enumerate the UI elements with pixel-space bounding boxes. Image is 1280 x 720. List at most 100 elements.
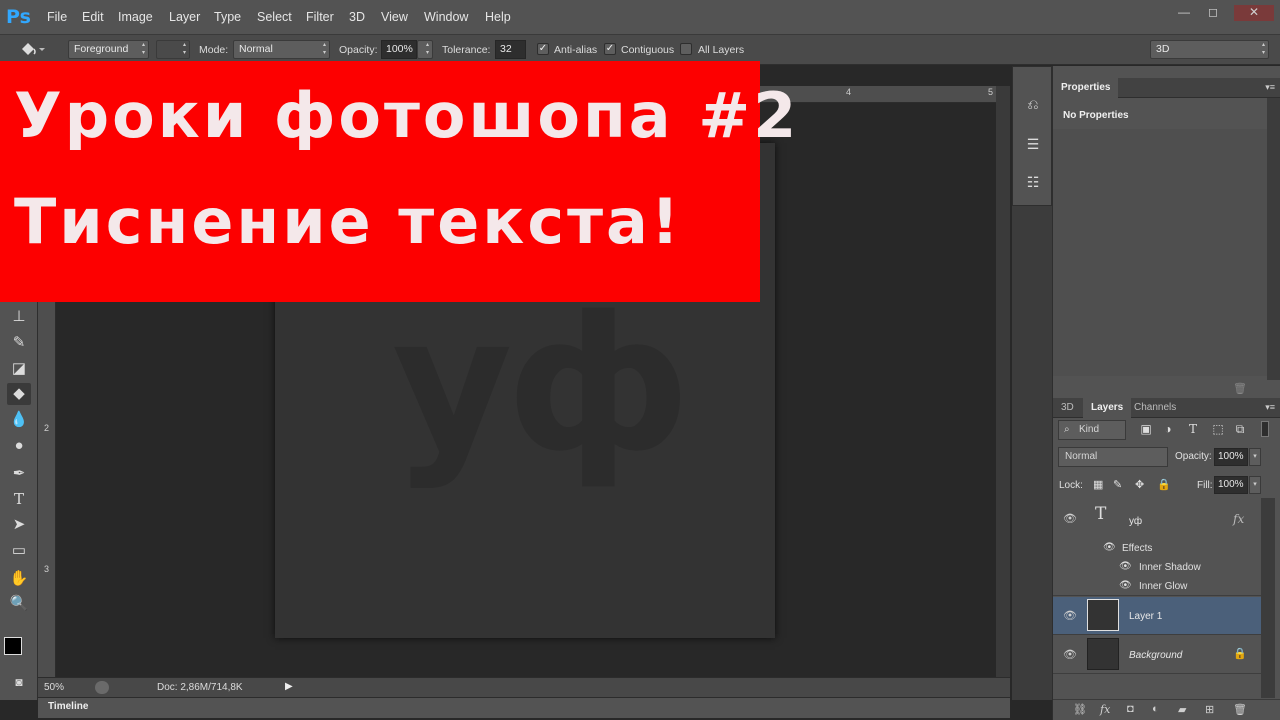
- new-adjustment-icon[interactable]: ◐: [1152, 703, 1159, 715]
- dodge-tool-icon[interactable]: ●: [7, 435, 31, 457]
- anti-alias-checkbox[interactable]: ✓: [537, 43, 549, 55]
- filter-adjustment-icon[interactable]: ◑: [1159, 422, 1177, 438]
- tab-layers[interactable]: Layers: [1083, 398, 1132, 418]
- properties-scrollbar[interactable]: [1267, 98, 1280, 380]
- menu-select[interactable]: Select: [257, 10, 292, 24]
- history-panel-icon[interactable]: ⎌: [1021, 93, 1045, 115]
- text-layer-icon: T: [1095, 504, 1107, 524]
- zoom-level[interactable]: 50%: [44, 682, 64, 693]
- layer-name[interactable]: Layer 1: [1129, 611, 1162, 622]
- canvas-vertical-scrollbar[interactable]: [996, 86, 1010, 677]
- tab-channels[interactable]: Channels: [1126, 398, 1184, 418]
- anti-alias-label: Anti-alias: [554, 44, 598, 56]
- layer-opacity-arrow-icon[interactable]: ▾: [1249, 448, 1261, 466]
- path-selection-tool-icon[interactable]: ➤: [7, 514, 31, 536]
- trash-icon[interactable]: 🗑: [1233, 382, 1247, 395]
- filter-pixel-icon[interactable]: ▣: [1137, 422, 1155, 438]
- menu-view[interactable]: View: [381, 10, 408, 24]
- delete-layer-icon[interactable]: 🗑: [1233, 703, 1247, 716]
- menu-filter[interactable]: Filter: [306, 10, 334, 24]
- add-mask-icon[interactable]: ◘: [1127, 703, 1134, 715]
- menu-type[interactable]: Type: [214, 10, 241, 24]
- rectangle-tool-icon[interactable]: ▭: [7, 540, 31, 562]
- filter-shape-icon[interactable]: ⬚: [1209, 422, 1227, 438]
- menu-3d[interactable]: 3D: [349, 10, 365, 24]
- fill-source-dropdown[interactable]: Foreground: [68, 40, 149, 59]
- restore-button[interactable]: ◻: [1199, 5, 1227, 21]
- layer-row-background[interactable]: 👁 Background 🔒: [1053, 636, 1261, 674]
- lock-transparent-icon[interactable]: ▦: [1093, 478, 1103, 491]
- effect-eye-icon[interactable]: 👁: [1119, 561, 1132, 572]
- layer-comps-panel-icon[interactable]: ☷: [1021, 171, 1045, 193]
- menu-image[interactable]: Image: [118, 10, 153, 24]
- share-icon[interactable]: [95, 681, 109, 694]
- layer-name[interactable]: уф: [1129, 516, 1142, 527]
- filter-smart-object-icon[interactable]: ⧉: [1231, 422, 1249, 438]
- new-layer-icon[interactable]: ⊞: [1205, 703, 1214, 716]
- layers-panel-menu-icon[interactable]: ▾≡: [1265, 402, 1275, 413]
- dock-empty-area: [1012, 206, 1052, 700]
- blur-tool-icon[interactable]: 💧: [7, 409, 31, 431]
- layer-lock-icon: 🔒: [1233, 648, 1247, 660]
- lock-all-icon[interactable]: 🔒: [1157, 478, 1171, 491]
- menu-edit[interactable]: Edit: [82, 10, 104, 24]
- foreground-color-swatch[interactable]: [4, 637, 22, 655]
- minimize-button[interactable]: —: [1170, 5, 1198, 21]
- timeline-tab[interactable]: Timeline: [48, 701, 88, 712]
- panel-menu-icon[interactable]: ▾≡: [1265, 82, 1275, 93]
- history-brush-tool-icon[interactable]: ✎: [7, 332, 31, 354]
- paint-bucket-tool-icon[interactable]: ◆: [7, 383, 31, 405]
- tab-properties[interactable]: Properties: [1053, 78, 1119, 98]
- status-menu-arrow-icon[interactable]: ▶: [285, 681, 293, 692]
- effects-eye-icon[interactable]: 👁: [1103, 542, 1116, 553]
- tab-3d[interactable]: 3D: [1053, 398, 1082, 418]
- lock-position-icon[interactable]: ✥: [1135, 478, 1144, 491]
- zoom-tool-icon[interactable]: 🔍: [7, 593, 31, 615]
- pattern-picker[interactable]: [156, 40, 190, 59]
- blend-mode-dropdown[interactable]: Normal: [1058, 447, 1168, 467]
- effect-eye-icon[interactable]: 👁: [1119, 580, 1132, 591]
- filter-kind-value: Kind: [1079, 424, 1100, 435]
- ruler-mark: 3: [44, 564, 50, 574]
- eraser-tool-icon[interactable]: ◪: [7, 358, 31, 380]
- link-layers-icon[interactable]: ⛓: [1073, 703, 1087, 716]
- paint-bucket-preset-icon[interactable]: [18, 40, 48, 60]
- contiguous-checkbox[interactable]: ✓: [604, 43, 616, 55]
- close-button[interactable]: ✕: [1234, 5, 1274, 21]
- lock-pixels-icon[interactable]: ✎: [1113, 478, 1122, 491]
- type-tool-icon[interactable]: T: [7, 488, 31, 510]
- layers-scrollbar[interactable]: [1261, 498, 1275, 698]
- layer-name[interactable]: Background: [1129, 650, 1182, 661]
- opacity-slider-toggle[interactable]: [417, 40, 433, 59]
- fill-arrow-icon[interactable]: ▾: [1249, 476, 1261, 494]
- fx-icon[interactable]: fx: [1233, 512, 1244, 526]
- menu-layer[interactable]: Layer: [169, 10, 200, 24]
- filter-toggle[interactable]: [1261, 421, 1269, 437]
- layer-opacity-input[interactable]: 100%: [1214, 448, 1248, 466]
- hand-tool-icon[interactable]: ✋: [7, 568, 31, 590]
- visibility-eye-icon[interactable]: 👁: [1063, 512, 1077, 525]
- adjustments-panel-icon[interactable]: ☰: [1021, 133, 1045, 155]
- workspace-dropdown[interactable]: 3D: [1150, 40, 1269, 59]
- menu-window[interactable]: Window: [424, 10, 468, 24]
- effect-inner-shadow[interactable]: Inner Shadow: [1139, 562, 1201, 573]
- visibility-eye-icon[interactable]: 👁: [1063, 648, 1077, 661]
- mode-dropdown[interactable]: Normal: [233, 40, 330, 59]
- opacity-input[interactable]: 100%: [381, 40, 417, 59]
- layer-filter-dropdown[interactable]: ⌕ Kind: [1058, 420, 1126, 440]
- pen-tool-icon[interactable]: ✒: [7, 463, 31, 485]
- menu-help[interactable]: Help: [485, 10, 511, 24]
- layer-row-text[interactable]: 👁 T уф fx 👁 Effects 👁 Inner Shadow 👁 Inn…: [1053, 498, 1261, 596]
- add-style-icon[interactable]: fx: [1100, 703, 1110, 716]
- quick-mask-icon[interactable]: ◙: [7, 671, 31, 693]
- fill-input[interactable]: 100%: [1214, 476, 1248, 494]
- tolerance-input[interactable]: 32: [495, 40, 526, 59]
- new-group-icon[interactable]: ▰: [1178, 703, 1186, 716]
- clone-stamp-tool-icon[interactable]: ⊥: [7, 306, 31, 328]
- menu-file[interactable]: File: [47, 10, 67, 24]
- filter-type-icon[interactable]: T: [1184, 422, 1202, 438]
- all-layers-checkbox[interactable]: [680, 43, 692, 55]
- visibility-eye-icon[interactable]: 👁: [1063, 609, 1077, 622]
- layer-row-layer1[interactable]: 👁 Layer 1: [1053, 597, 1261, 635]
- effect-inner-glow[interactable]: Inner Glow: [1139, 581, 1187, 592]
